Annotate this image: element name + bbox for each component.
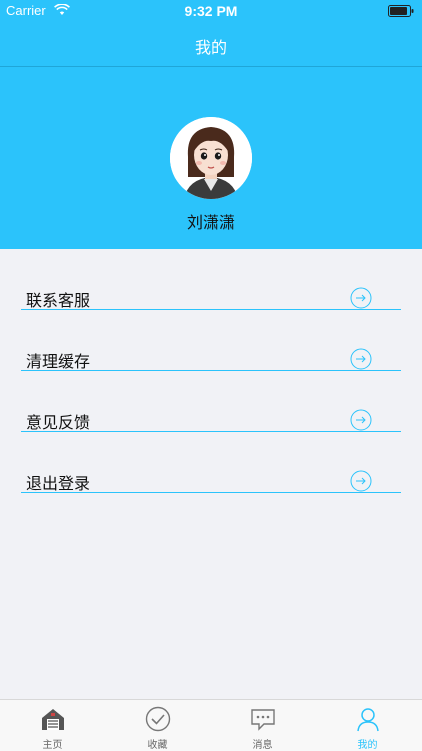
status-time: 9:32 PM <box>184 3 238 19</box>
tab-messages[interactable]: 消息 <box>210 700 315 751</box>
menu-item-label: 意见反馈 <box>26 413 91 432</box>
arrow-right-circle-icon <box>350 348 372 370</box>
tab-label: 收藏 <box>147 740 168 751</box>
profile-header: 刘潇潇 <box>0 67 422 249</box>
tab-label: 主页 <box>42 740 63 751</box>
tab-bar: 主页 收藏 消息 我的 <box>0 699 422 751</box>
arrow-right-circle-icon <box>350 409 372 431</box>
avatar[interactable] <box>170 117 252 199</box>
settings-menu: 联系客服 清理缓存 意见反馈 退出登录 <box>21 249 401 493</box>
menu-item-logout[interactable]: 退出登录 <box>21 432 401 493</box>
menu-item-label: 退出登录 <box>26 474 91 493</box>
arrow-right-circle-icon <box>350 287 372 309</box>
menu-item-feedback[interactable]: 意见反馈 <box>21 371 401 432</box>
status-bar: Carrier 9:32 PM <box>0 0 422 22</box>
arrow-right-circle-icon <box>350 470 372 492</box>
menu-item-contact-support[interactable]: 联系客服 <box>21 249 401 310</box>
tab-favorites[interactable]: 收藏 <box>105 700 210 751</box>
navigation-bar: 我的 <box>0 22 422 67</box>
menu-item-label: 联系客服 <box>26 291 91 310</box>
tab-home[interactable]: 主页 <box>0 700 105 751</box>
tab-profile[interactable]: 我的 <box>315 700 420 751</box>
page-title: 我的 <box>194 38 227 57</box>
battery-icon <box>388 5 414 17</box>
tab-label: 消息 <box>252 740 273 751</box>
user-name: 刘潇潇 <box>186 213 235 232</box>
avatar-illustration <box>170 117 252 199</box>
menu-item-label: 清理缓存 <box>26 352 91 371</box>
menu-item-clear-cache[interactable]: 清理缓存 <box>21 310 401 371</box>
person-icon <box>357 708 379 732</box>
home-icon <box>42 709 64 730</box>
chat-bubble-icon <box>251 709 275 731</box>
tab-label: 我的 <box>357 740 378 751</box>
check-circle-icon <box>145 706 171 732</box>
